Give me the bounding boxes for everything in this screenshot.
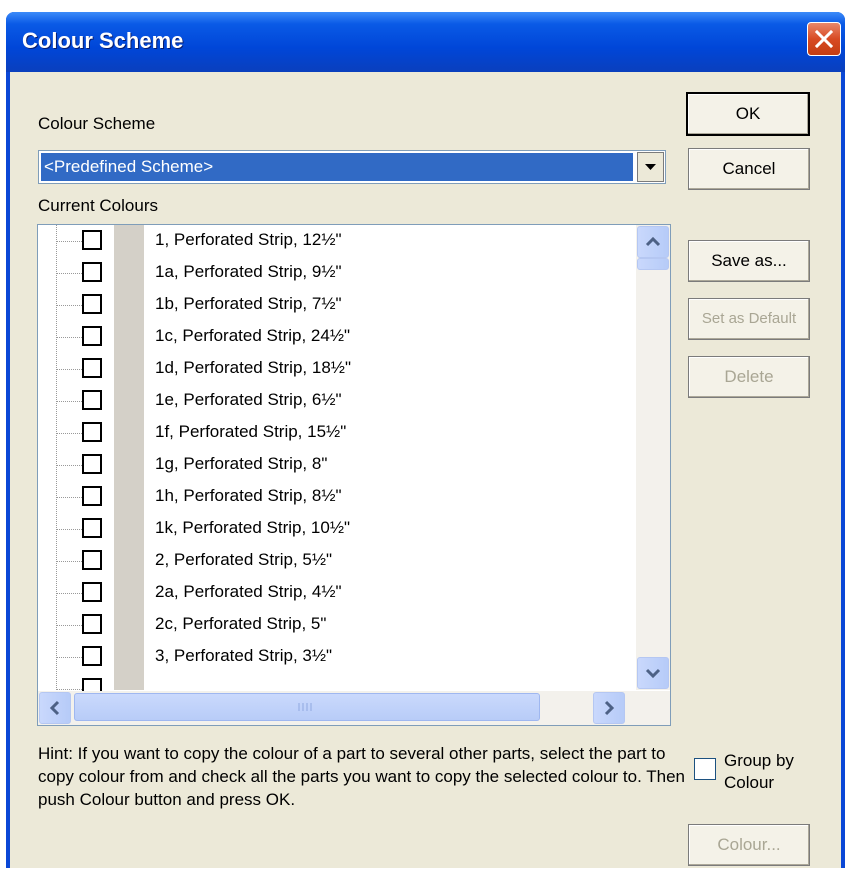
window-title: Colour Scheme	[22, 28, 184, 53]
part-label: 1, Perforated Strip, 12½"	[155, 230, 342, 249]
scroll-right-button[interactable]	[593, 692, 625, 724]
list-item[interactable]: 1, Perforated Strip, 12½"	[38, 225, 630, 257]
dropdown-arrow-button[interactable]	[637, 152, 664, 182]
part-label: 1c, Perforated Strip, 24½"	[155, 326, 351, 345]
tree-branch-line	[56, 657, 82, 658]
scroll-up-button[interactable]	[637, 226, 669, 258]
part-label: 1k, Perforated Strip, 10½"	[155, 518, 351, 537]
list-item[interactable]: 1e, Perforated Strip, 6½"	[38, 385, 630, 417]
part-label: 1f, Perforated Strip, 15½"	[155, 422, 347, 441]
part-checkbox[interactable]	[82, 454, 102, 474]
tree-branch-line	[56, 497, 82, 498]
set-as-default-button[interactable]: Set as Default	[688, 298, 810, 340]
chevron-down-icon	[645, 668, 661, 679]
tree-branch-line	[56, 305, 82, 306]
close-icon	[815, 30, 833, 48]
colour-button[interactable]: Colour...	[688, 824, 810, 866]
part-label: 2a, Perforated Strip, 4½"	[155, 582, 342, 601]
tree-branch-line	[56, 273, 82, 274]
title-bar[interactable]: Colour Scheme	[6, 12, 845, 72]
group-by-colour-checkbox[interactable]	[694, 758, 716, 780]
list-item[interactable]: 1b, Perforated Strip, 7½"	[38, 289, 630, 321]
part-checkbox[interactable]	[82, 262, 102, 282]
hint-text: Hint: If you want to copy the colour of …	[38, 744, 685, 809]
part-checkbox[interactable]	[82, 230, 102, 250]
tree-branch-line	[56, 529, 82, 530]
part-label: 1e, Perforated Strip, 6½"	[155, 390, 342, 409]
grip-icon	[298, 703, 312, 711]
cancel-button[interactable]: Cancel	[688, 148, 810, 190]
tree-branch-line	[56, 625, 82, 626]
list-item[interactable]: 1a, Perforated Strip, 9½"	[38, 257, 630, 289]
tree-branch-line	[56, 561, 82, 562]
list-item[interactable]: 3, Perforated Strip, 3½"	[38, 641, 630, 673]
colour-scheme-selected-value: <Predefined Scheme>	[41, 153, 633, 181]
part-checkbox[interactable]	[82, 326, 102, 346]
part-label: 1g, Perforated Strip, 8"	[155, 454, 328, 473]
current-colours-list[interactable]: 1, Perforated Strip, 12½" 1a, Perforated …	[37, 224, 671, 726]
part-checkbox[interactable]	[82, 294, 102, 314]
tree-branch-line	[56, 689, 82, 690]
chevron-down-icon	[645, 164, 656, 170]
part-checkbox[interactable]	[82, 646, 102, 666]
part-checkbox[interactable]	[82, 614, 102, 634]
current-colours-label: Current Colours	[38, 196, 158, 215]
list-item[interactable]: 1g, Perforated Strip, 8"	[38, 449, 630, 481]
vertical-scrollbar[interactable]	[636, 225, 670, 690]
part-label: 1d, Perforated Strip, 18½"	[155, 358, 351, 377]
part-checkbox[interactable]	[82, 550, 102, 570]
tree-branch-line	[56, 401, 82, 402]
close-button[interactable]	[807, 22, 841, 56]
tree-branch-line	[56, 369, 82, 370]
list-item[interactable]: 1k, Perforated Strip, 10½"	[38, 513, 630, 545]
list-item[interactable]: 1c, Perforated Strip, 24½"	[38, 321, 630, 353]
group-by-colour-label[interactable]: Group by Colour	[724, 750, 834, 794]
part-checkbox[interactable]	[82, 422, 102, 442]
ok-button[interactable]: OK	[686, 92, 810, 136]
part-label: 1b, Perforated Strip, 7½"	[155, 294, 342, 313]
colour-scheme-label: Colour Scheme	[38, 114, 156, 133]
horizontal-scroll-thumb[interactable]	[74, 693, 540, 721]
tree-branch-line	[56, 593, 82, 594]
chevron-left-icon	[49, 700, 60, 716]
tree-branch-line	[56, 337, 82, 338]
vertical-scroll-thumb[interactable]	[637, 258, 669, 270]
part-checkbox[interactable]	[82, 486, 102, 506]
colour-scheme-dialog: Colour Scheme Colour Scheme <Predefined …	[6, 12, 845, 868]
list-item[interactable]: 1d, Perforated Strip, 18½"	[38, 353, 630, 385]
part-label: 1h, Perforated Strip, 8½"	[155, 486, 342, 505]
chevron-up-icon	[645, 236, 661, 247]
save-as-button[interactable]: Save as...	[688, 240, 810, 282]
horizontal-scrollbar[interactable]	[38, 691, 670, 725]
tree-branch-line	[56, 241, 82, 242]
list-item[interactable]: 1f, Perforated Strip, 15½"	[38, 417, 630, 449]
chevron-right-icon	[604, 700, 615, 716]
part-label: 1a, Perforated Strip, 9½"	[155, 262, 342, 281]
delete-button[interactable]: Delete	[688, 356, 810, 398]
part-checkbox[interactable]	[82, 390, 102, 410]
part-label: 2c, Perforated Strip, 5"	[155, 614, 327, 633]
part-label: 2, Perforated Strip, 5½"	[155, 550, 333, 569]
part-checkbox[interactable]	[82, 358, 102, 378]
scroll-left-button[interactable]	[39, 692, 71, 724]
dialog-client-area: Colour Scheme <Predefined Scheme> Curren…	[10, 72, 841, 868]
list-item[interactable]: 1h, Perforated Strip, 8½"	[38, 481, 630, 513]
tree-branch-line	[56, 465, 82, 466]
colour-scheme-select[interactable]: <Predefined Scheme>	[38, 150, 666, 184]
part-checkbox[interactable]	[82, 518, 102, 538]
list-item[interactable]: 2, Perforated Strip, 5½"	[38, 545, 630, 577]
part-label: 3, Perforated Strip, 3½"	[155, 646, 333, 665]
save-as-label: Save as...	[711, 251, 787, 270]
list-item[interactable]: 2c, Perforated Strip, 5"	[38, 609, 630, 641]
list-item[interactable]: 2a, Perforated Strip, 4½"	[38, 577, 630, 609]
tree-branch-line	[56, 433, 82, 434]
part-checkbox[interactable]	[82, 582, 102, 602]
scroll-down-button[interactable]	[637, 657, 669, 689]
